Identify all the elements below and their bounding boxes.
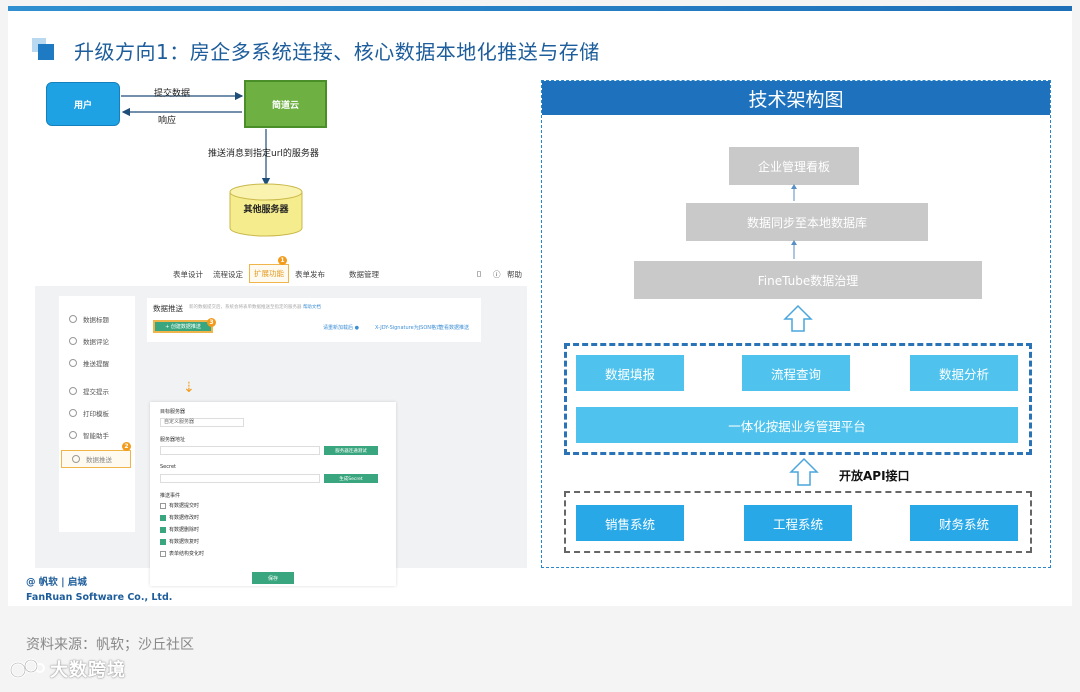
push-label: 推送消息到指定url的服务器 bbox=[208, 149, 319, 159]
brand-line-2: FanRuan Software Co., Ltd. bbox=[26, 592, 173, 603]
server-type-select[interactable]: 自定义服务器 bbox=[160, 418, 244, 427]
comment-icon bbox=[69, 337, 77, 345]
step-badge-1: 1 bbox=[278, 256, 287, 265]
sidebar-item-data-title[interactable]: 数据标题 bbox=[59, 310, 135, 328]
system-sales: 销售系统 bbox=[576, 505, 684, 541]
user-node: 用户 bbox=[46, 82, 120, 126]
checkbox-checked-icon bbox=[160, 526, 166, 533]
module-flow-query: 流程查询 bbox=[742, 355, 850, 391]
response-label: 响应 bbox=[158, 116, 177, 126]
sidebar-item-assistant[interactable]: 智能助手 bbox=[59, 426, 135, 444]
step-badge-2: 2 bbox=[122, 442, 131, 451]
help-link[interactable]: 帮助 bbox=[507, 269, 522, 280]
help-icon[interactable]: ⓘ bbox=[493, 269, 501, 280]
hollow-up-arrow-icon bbox=[783, 304, 813, 332]
push-icon bbox=[72, 455, 80, 463]
architecture-diagram: 技术架构图 企业管理看板 数据同步至本地数据库 FineTube数据治理 数据填… bbox=[541, 80, 1051, 568]
bulb-icon bbox=[69, 431, 77, 439]
tab-data-management[interactable]: 数据管理 bbox=[349, 269, 379, 280]
tab-extensions[interactable]: 扩展功能 bbox=[249, 264, 289, 283]
device-icon[interactable]: ▯ bbox=[477, 269, 481, 278]
checkbox-icon bbox=[160, 550, 166, 557]
server-node: 其他服务器 bbox=[243, 205, 289, 215]
event-checkbox[interactable]: 有数据删除时 bbox=[160, 526, 199, 533]
server-url-input[interactable] bbox=[160, 446, 320, 455]
system-engineering: 工程系统 bbox=[744, 505, 852, 541]
product-screenshot: 表单设计 流程设定 扩展功能 1 表单发布 数据管理 ▯ ⓘ 帮助 数据标题 数… bbox=[35, 254, 527, 586]
tab-form-design[interactable]: 表单设计 bbox=[173, 269, 203, 280]
data-push-panel: 数据推送 新的数据提交后，系统会将表单数据推送至指定的服务器 帮助文档 + 创建… bbox=[147, 298, 481, 342]
sidebar-item-push-reminder[interactable]: 推送提醒 bbox=[59, 354, 135, 372]
server-type-label: 目标服务器 bbox=[160, 409, 186, 415]
down-arrow-icon: ⇣ bbox=[183, 380, 195, 396]
screenshot-tabs: 表单设计 流程设定 扩展功能 1 表单发布 数据管理 ▯ ⓘ 帮助 bbox=[35, 256, 527, 286]
connection-test-button[interactable]: 服务器连通测试 bbox=[324, 446, 378, 455]
panel-description: 新的数据提交后，系统会将表单数据推送至指定的服务器 帮助文档 bbox=[189, 305, 321, 310]
cloud-node: 简道云 bbox=[244, 80, 327, 128]
generate-secret-button[interactable]: 生成Secret bbox=[324, 474, 378, 483]
checkbox-checked-icon bbox=[160, 514, 166, 521]
hollow-up-arrow-icon bbox=[789, 457, 819, 486]
screenshot-body: 数据标题 数据评论 推送提醒 提交提示 打印模板 智能助手 数据推送 2 数据推… bbox=[35, 286, 527, 586]
event-checkbox[interactable]: 有数据恢复时 bbox=[160, 538, 199, 545]
event-checkbox[interactable]: 表单结构变化时 bbox=[160, 550, 204, 557]
submit-label: 提交数据 bbox=[154, 89, 191, 99]
tab-form-publish[interactable]: 表单发布 bbox=[295, 269, 325, 280]
event-checkbox[interactable]: 有数据提交时 bbox=[160, 502, 199, 509]
slide: 升级方向1：房企多系统连接、核心数据本地化推送与存储 用户 简道云 提交数据 响… bbox=[8, 6, 1072, 606]
tab-flow-settings[interactable]: 流程设定 bbox=[213, 269, 243, 280]
settings-sidebar: 数据标题 数据评论 推送提醒 提交提示 打印模板 智能助手 数据推送 2 bbox=[59, 296, 135, 532]
check-circle-icon bbox=[69, 387, 77, 395]
checkbox-icon bbox=[160, 502, 166, 509]
checkbox-checked-icon bbox=[160, 538, 166, 545]
brand-line-1: @ 帆软 | 启城 bbox=[26, 577, 87, 588]
view-push-link[interactable]: 查看数据推送 bbox=[439, 324, 469, 331]
push-config-form: 目标服务器 自定义服务器 服务器地址 服务器连通测试 Secret 生成Secr… bbox=[150, 402, 396, 586]
sidebar-item-print-template[interactable]: 打印模板 bbox=[59, 404, 135, 422]
printer-icon bbox=[69, 409, 77, 417]
server-url-label: 服务器地址 bbox=[160, 437, 186, 443]
secret-label: Secret bbox=[160, 464, 176, 470]
watermark: 大数跨境 bbox=[8, 656, 126, 682]
help-doc-link[interactable]: 帮助文档 bbox=[303, 305, 321, 310]
source-note: 资料来源：帆软；沙丘社区 bbox=[26, 637, 194, 653]
watermark-logo-icon bbox=[9, 658, 45, 679]
system-finance: 财务系统 bbox=[910, 505, 1018, 541]
signature-link[interactable]: X-JDY-Signature为JSON格式 bbox=[375, 324, 441, 331]
step-badge-3: 3 bbox=[207, 318, 216, 327]
save-button[interactable]: 保存 bbox=[252, 572, 294, 584]
bell-icon bbox=[69, 359, 77, 367]
sidebar-item-data-push[interactable]: 数据推送 bbox=[61, 450, 131, 468]
api-label: 开放API接口 bbox=[839, 469, 910, 483]
module-data-analysis: 数据分析 bbox=[910, 355, 1018, 391]
sidebar-item-submit-hint[interactable]: 提交提示 bbox=[59, 382, 135, 400]
sidebar-item-comments[interactable]: 数据评论 bbox=[59, 332, 135, 350]
tag-icon bbox=[69, 315, 77, 323]
secret-input[interactable] bbox=[160, 474, 320, 483]
reload-link[interactable]: 请重新加载后 ● bbox=[323, 324, 359, 331]
integrated-platform: 一体化按据业务管理平台 bbox=[576, 407, 1018, 443]
events-label: 推送事件 bbox=[160, 493, 181, 499]
panel-title: 数据推送 bbox=[153, 304, 183, 313]
event-checkbox[interactable]: 有数据修改时 bbox=[160, 514, 199, 521]
create-push-button[interactable]: + 创建数据推送 bbox=[153, 320, 213, 333]
module-data-entry: 数据填报 bbox=[576, 355, 684, 391]
watermark-text: 大数跨境 bbox=[50, 660, 126, 681]
